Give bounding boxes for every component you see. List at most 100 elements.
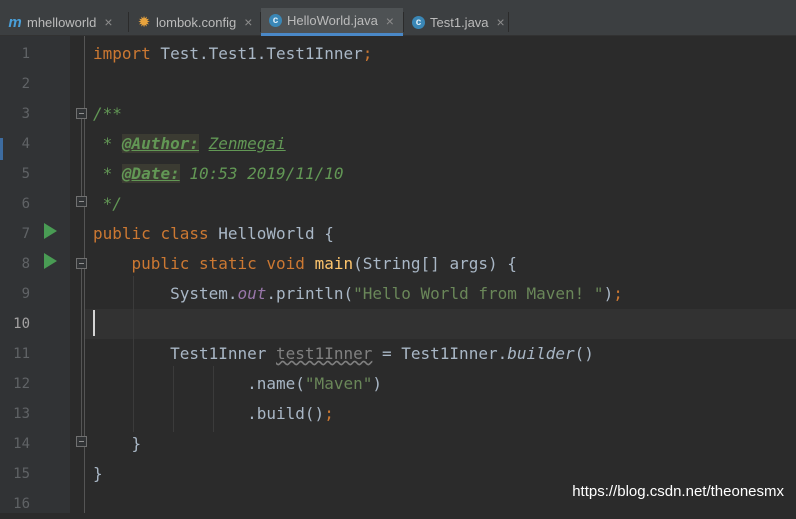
tab-lombok-config[interactable]: ✹ lombok.config ×: [129, 8, 260, 36]
string-literal: "Hello World from Maven! ": [353, 284, 604, 303]
tab-helloworld-java[interactable]: c HelloWorld.java ×: [261, 8, 403, 36]
code-line-3[interactable]: /**: [93, 99, 122, 129]
code-line-8[interactable]: public static void main(String[] args) {: [93, 249, 517, 279]
fold-range-line: [81, 269, 82, 437]
doc-comment: */: [93, 194, 122, 213]
unused-variable: test1Inner: [276, 344, 373, 363]
tab-test1-java[interactable]: c Test1.java ×: [404, 8, 508, 36]
code-line-15[interactable]: }: [93, 459, 103, 489]
paren: ): [372, 374, 382, 393]
paren: (): [574, 344, 594, 363]
closing-brace: }: [93, 464, 103, 483]
line-number: 15: [13, 466, 30, 482]
keyword: void: [266, 254, 305, 273]
static-field: out: [237, 284, 267, 303]
run-main-icon[interactable]: [44, 253, 57, 269]
doc-comment: [180, 164, 190, 183]
run-class-icon[interactable]: [44, 223, 57, 239]
doc-value: 10:53 2019/11/10: [189, 164, 344, 183]
fold-toggle-icon[interactable]: [76, 436, 87, 447]
tab-label: lombok.config: [156, 14, 237, 30]
line-number: 9: [21, 286, 30, 302]
module-m-icon: m: [8, 13, 22, 31]
code-line-11[interactable]: Test1Inner test1Inner = Test1Inner.build…: [93, 339, 594, 369]
tab-label: mhelloworld: [27, 14, 97, 30]
doc-comment: *: [93, 134, 122, 153]
line-number: 1: [21, 46, 30, 62]
keyword: static: [198, 254, 257, 273]
code-line-12[interactable]: .name("Maven"): [93, 369, 382, 399]
doc-value: Zenmegai: [208, 134, 286, 153]
fold-toggle-icon[interactable]: [76, 258, 87, 269]
close-icon[interactable]: ×: [386, 14, 394, 28]
doc-tag: @Date:: [121, 164, 180, 183]
fold-toggle-icon[interactable]: [76, 196, 87, 207]
closing-brace: }: [131, 434, 142, 453]
doc-tag: @Author:: [121, 134, 199, 153]
gear-icon: ✹: [137, 14, 151, 31]
keyword: import: [93, 44, 151, 63]
tab-label: HelloWorld.java: [287, 13, 378, 28]
semicolon: ;: [324, 404, 334, 423]
doc-comment: [199, 134, 209, 153]
line-number: 16: [13, 496, 30, 512]
static-method-call: builder: [507, 344, 575, 363]
keyword: public: [131, 254, 190, 273]
assignment: = Test1Inner.: [372, 344, 508, 363]
line-number: 5: [21, 166, 30, 182]
paren: ): [603, 284, 614, 303]
text-caret: [93, 310, 95, 336]
doc-comment: /**: [93, 104, 122, 123]
code-line-1[interactable]: import Test.Test1.Test1Inner;: [93, 39, 372, 69]
code-line-5[interactable]: * @Date: 10:53 2019/11/10: [93, 159, 343, 189]
line-number: 13: [13, 406, 30, 422]
line-number: 14: [13, 436, 30, 452]
close-icon[interactable]: ×: [244, 15, 252, 29]
line-number: 6: [21, 196, 30, 212]
keyword: class: [160, 224, 209, 243]
keyword: public: [93, 224, 151, 243]
code-line-9[interactable]: System.out.println("Hello World from Mav…: [93, 279, 623, 309]
line-number: 11: [13, 346, 30, 362]
type-name: Test1Inner: [170, 344, 277, 363]
line-number: 2: [21, 76, 30, 92]
semicolon: ;: [362, 44, 373, 63]
java-class-icon: c: [269, 14, 282, 27]
code-line-6[interactable]: */: [93, 189, 122, 219]
method-call: .build(): [247, 404, 325, 423]
class-declaration: HelloWorld {: [208, 224, 334, 243]
string-literal: "Maven": [304, 374, 373, 393]
java-class-icon: c: [412, 15, 425, 29]
line-number: 12: [13, 376, 30, 392]
close-icon[interactable]: ×: [104, 15, 112, 29]
close-icon[interactable]: ×: [497, 15, 505, 29]
tab-mhelloworld[interactable]: m mhelloworld ×: [0, 8, 128, 36]
tab-label: Test1.java: [430, 14, 489, 30]
editor-tab-bar: m mhelloworld × ✹ lombok.config × c Hell…: [0, 0, 796, 36]
method-call: .println(: [266, 284, 354, 303]
line-number: 4: [21, 136, 30, 152]
doc-comment: *: [93, 164, 122, 183]
line-number: 7: [21, 226, 30, 242]
current-line-highlight: [85, 309, 796, 339]
fold-toggle-icon[interactable]: [76, 108, 87, 119]
semicolon: ;: [613, 284, 623, 303]
code-line-7[interactable]: public class HelloWorld {: [93, 219, 334, 249]
fold-range-line: [81, 119, 82, 197]
import-path: Test.Test1.Test1Inner: [150, 44, 363, 63]
code-line-4[interactable]: * @Author: Zenmegai: [93, 129, 286, 159]
code-line-13[interactable]: .build();: [93, 399, 334, 429]
method-params: (String[] args) {: [353, 254, 517, 273]
line-number: 3: [21, 106, 30, 122]
code-line-14[interactable]: }: [93, 429, 142, 459]
